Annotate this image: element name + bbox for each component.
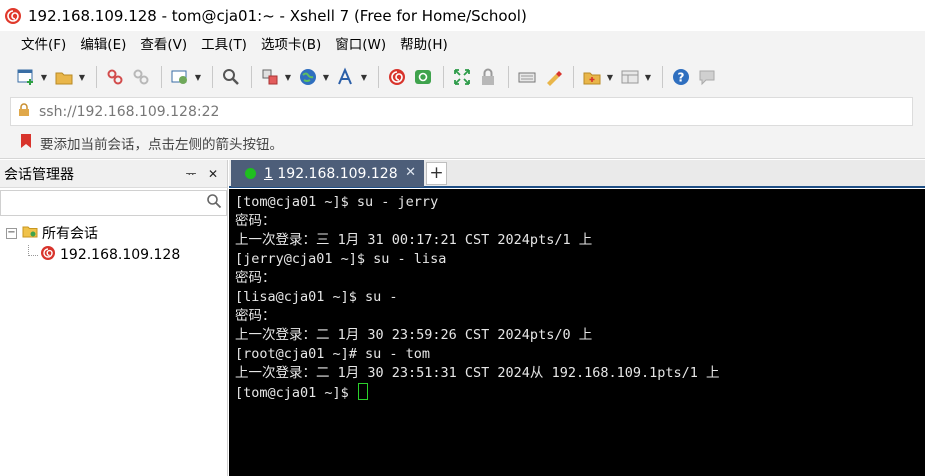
- svg-text:?: ?: [678, 71, 685, 85]
- xftp-icon[interactable]: [411, 65, 435, 89]
- new-folder-dropdown-icon[interactable]: ▼: [606, 65, 614, 89]
- menu-bar: 文件(F) 编辑(E) 查看(V) 工具(T) 选项卡(B) 窗口(W) 帮助(…: [0, 31, 925, 59]
- terminal-line: 上一次登录：三 1月 31 00:17:21 CST 2024pts/1 上: [235, 232, 593, 248]
- terminal-line: 密码：: [235, 213, 276, 229]
- toolbar-separator: [508, 66, 509, 88]
- collapse-toggle-icon[interactable]: −: [6, 227, 17, 239]
- tab-session-1[interactable]: 1 192.168.109.128 ✕: [231, 160, 424, 187]
- terminal-line: [root@cja01 ~]# su - tom: [235, 346, 431, 362]
- transfer-icon[interactable]: [258, 65, 282, 89]
- tree-item-all-sessions[interactable]: − 所有会话: [0, 222, 227, 244]
- terminal-cursor: [357, 383, 368, 400]
- title-bar: 192.168.109.128 - tom@cja01:~ - Xshell 7…: [0, 0, 925, 31]
- window-title: 192.168.109.128 - tom@cja01:~ - Xshell 7…: [28, 6, 527, 25]
- session-manager-header: 会话管理器 ᅲ ✕: [0, 160, 227, 188]
- bookmark-arrow-icon[interactable]: [20, 133, 32, 153]
- terminal-line: 密码：: [235, 270, 276, 286]
- properties-icon[interactable]: [168, 65, 192, 89]
- new-session-dropdown-icon[interactable]: ▼: [40, 65, 48, 89]
- tree-connector: [28, 244, 38, 256]
- menu-tab[interactable]: 选项卡(B): [254, 31, 328, 59]
- toolbar-separator: [662, 66, 663, 88]
- globe-dropdown-icon[interactable]: ▼: [322, 65, 330, 89]
- toolbar-separator: [378, 66, 379, 88]
- new-folder-icon[interactable]: [580, 65, 604, 89]
- terminal-line: [lisa@cja01 ~]$ su -: [235, 289, 398, 305]
- session-search-input[interactable]: [0, 190, 227, 216]
- terminal-area[interactable]: [tom@cja01 ~]$ su - jerry 密码： 上一次登录：三 1月…: [229, 189, 925, 476]
- menu-view[interactable]: 查看(V): [133, 31, 194, 59]
- terminal-line: 密码：: [235, 308, 276, 324]
- lock-icon[interactable]: [476, 65, 500, 89]
- toolbar-separator: [96, 66, 97, 88]
- pin-icon[interactable]: ᅲ: [183, 165, 199, 182]
- toolbar-separator: [212, 66, 213, 88]
- globe-icon[interactable]: [296, 65, 320, 89]
- address-bar: ssh://192.168.109.128:22: [0, 95, 925, 128]
- font-icon[interactable]: [334, 65, 358, 89]
- terminal-line: [tom@cja01 ~]$ su - jerry: [235, 194, 439, 210]
- reconnect-icon[interactable]: [129, 65, 153, 89]
- lock-icon: [17, 102, 31, 121]
- tab-label: 1 192.168.109.128: [264, 165, 398, 182]
- session-tree: − 所有会话 192.168.109.128: [0, 218, 227, 266]
- address-field[interactable]: ssh://192.168.109.128:22: [10, 97, 913, 126]
- add-tab-button[interactable]: +: [426, 162, 447, 185]
- session-manager-title: 会话管理器: [4, 166, 74, 183]
- xshell-app-icon: [4, 7, 22, 25]
- layout-dropdown-icon[interactable]: ▼: [644, 65, 652, 89]
- toolbar-separator: [443, 66, 444, 88]
- help-icon[interactable]: ?: [669, 65, 693, 89]
- font-dropdown-icon[interactable]: ▼: [360, 65, 368, 89]
- toolbar-separator: [251, 66, 252, 88]
- layout-icon[interactable]: [618, 65, 642, 89]
- toolbar: ▼ ▼ ▼ ▼ ▼ ▼ ▼ ▼ ?: [0, 59, 925, 95]
- folder-icon: [22, 223, 38, 243]
- hint-bar: 要添加当前会话，点击左侧的箭头按钮。: [0, 128, 925, 159]
- session-icon: [40, 245, 56, 265]
- disconnect-icon[interactable]: [103, 65, 127, 89]
- connected-status-icon: [245, 168, 256, 179]
- search-icon[interactable]: [206, 193, 222, 213]
- menu-file[interactable]: 文件(F): [14, 31, 73, 59]
- toolbar-separator: [161, 66, 162, 88]
- menu-help[interactable]: 帮助(H): [393, 31, 455, 59]
- fullscreen-icon[interactable]: [450, 65, 474, 89]
- keyboard-icon[interactable]: [515, 65, 539, 89]
- menu-edit[interactable]: 编辑(E): [73, 31, 133, 59]
- terminal-prompt: [tom@cja01 ~]$: [235, 385, 357, 401]
- properties-dropdown-icon[interactable]: ▼: [194, 65, 202, 89]
- menu-window[interactable]: 窗口(W): [328, 31, 393, 59]
- session-manager-panel: 会话管理器 ᅲ ✕ − 所有会话 192.168.109.128: [0, 160, 228, 476]
- tree-label-session: 192.168.109.128: [60, 247, 181, 263]
- toolbar-separator: [573, 66, 574, 88]
- chat-icon[interactable]: [695, 65, 719, 89]
- hint-text: 要添加当前会话，点击左侧的箭头按钮。: [40, 137, 283, 153]
- terminal-prompt-line: [tom@cja01 ~]$: [235, 383, 925, 402]
- tree-label-all-sessions: 所有会话: [42, 226, 98, 242]
- terminal-line: 上一次登录：二 1月 30 23:59:26 CST 2024pts/0 上: [235, 327, 593, 343]
- address-value: ssh://192.168.109.128:22: [39, 103, 220, 120]
- terminal-line: [jerry@cja01 ~]$ su - lisa: [235, 251, 447, 267]
- new-session-icon[interactable]: [14, 65, 38, 89]
- highlight-icon[interactable]: [541, 65, 565, 89]
- tab-strip: 1 192.168.109.128 ✕ +: [229, 160, 925, 188]
- transfer-dropdown-icon[interactable]: ▼: [284, 65, 292, 89]
- terminal-line: 上一次登录：二 1月 30 23:51:31 CST 2024从 192.168…: [235, 365, 720, 381]
- close-icon[interactable]: ✕: [205, 167, 221, 181]
- tab-close-icon[interactable]: ✕: [405, 165, 416, 180]
- tree-item-session[interactable]: 192.168.109.128: [0, 244, 227, 266]
- xshell-icon[interactable]: [385, 65, 409, 89]
- menu-tools[interactable]: 工具(T): [194, 31, 254, 59]
- find-icon[interactable]: [219, 65, 243, 89]
- open-folder-icon[interactable]: [52, 65, 76, 89]
- open-dropdown-icon[interactable]: ▼: [78, 65, 86, 89]
